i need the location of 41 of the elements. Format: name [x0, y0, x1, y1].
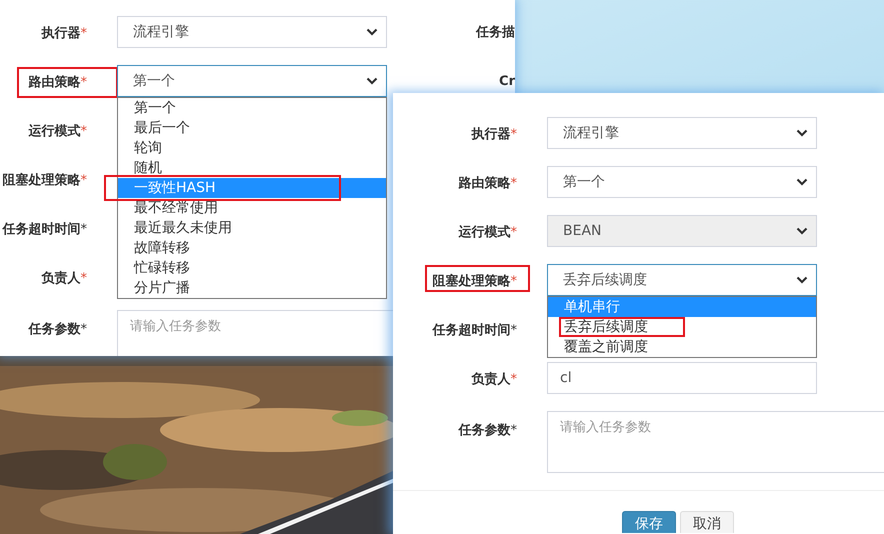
select-field[interactable]: 第一个 — [547, 166, 817, 198]
field-label: 任务超时时间* — [1, 221, 88, 239]
chevron-icon — [366, 77, 378, 85]
select-field[interactable]: 流程引擎 — [547, 117, 817, 149]
field-label: 任务参数* — [457, 422, 518, 440]
dropdown-option[interactable]: 分片广播 — [118, 278, 386, 298]
field-label: Cr — [499, 74, 515, 88]
field-label: 执行器* — [470, 126, 518, 144]
select-field[interactable]: 第一个 — [117, 65, 387, 97]
dropdown-option[interactable]: 丢弃后续调度 — [548, 317, 816, 337]
input-field[interactable]: cl — [547, 362, 817, 394]
dropdown-option[interactable]: 覆盖之前调度 — [548, 337, 816, 357]
field-label: 任务参数* — [27, 321, 88, 339]
field-label: 路由策略* — [16, 67, 118, 98]
dropdown-option[interactable]: 随机 — [118, 158, 386, 178]
chevron-icon — [796, 276, 808, 284]
chevron-icon — [796, 178, 808, 186]
field-label: 运行模式* — [458, 224, 518, 242]
chevron-icon — [796, 227, 808, 235]
field-label: 阻塞处理策略* — [424, 265, 530, 292]
field-label: 负责人* — [470, 370, 518, 389]
dropdown-option[interactable]: 最近最久未使用 — [118, 218, 386, 238]
field-label: 运行模式* — [28, 123, 88, 141]
field-label: 任务超时时间* — [431, 322, 518, 340]
dropdown-option[interactable]: 忙碌转移 — [118, 258, 386, 278]
dropdown-option[interactable]: 故障转移 — [118, 238, 386, 258]
dropdown-option[interactable]: 第一个 — [118, 98, 386, 118]
field-label: 阻塞处理策略* — [2, 172, 88, 190]
dropdown-option[interactable]: 轮询 — [118, 138, 386, 158]
save-button[interactable]: 保存 — [622, 511, 676, 533]
select-field[interactable]: 流程引擎 — [117, 16, 387, 48]
chevron-icon — [366, 28, 378, 36]
select-field[interactable]: 丢弃后续调度 — [547, 264, 817, 296]
cancel-button[interactable]: 取消 — [680, 511, 734, 533]
field-label: 执行器* — [40, 25, 88, 43]
dropdown-option[interactable]: 最不经常使用 — [118, 198, 386, 218]
field-label: 负责人* — [40, 270, 88, 288]
dropdown-option[interactable]: 最后一个 — [118, 118, 386, 138]
chevron-icon — [796, 129, 808, 137]
field-label: 任务描 — [476, 24, 515, 41]
field-label: 路由策略* — [458, 175, 518, 193]
